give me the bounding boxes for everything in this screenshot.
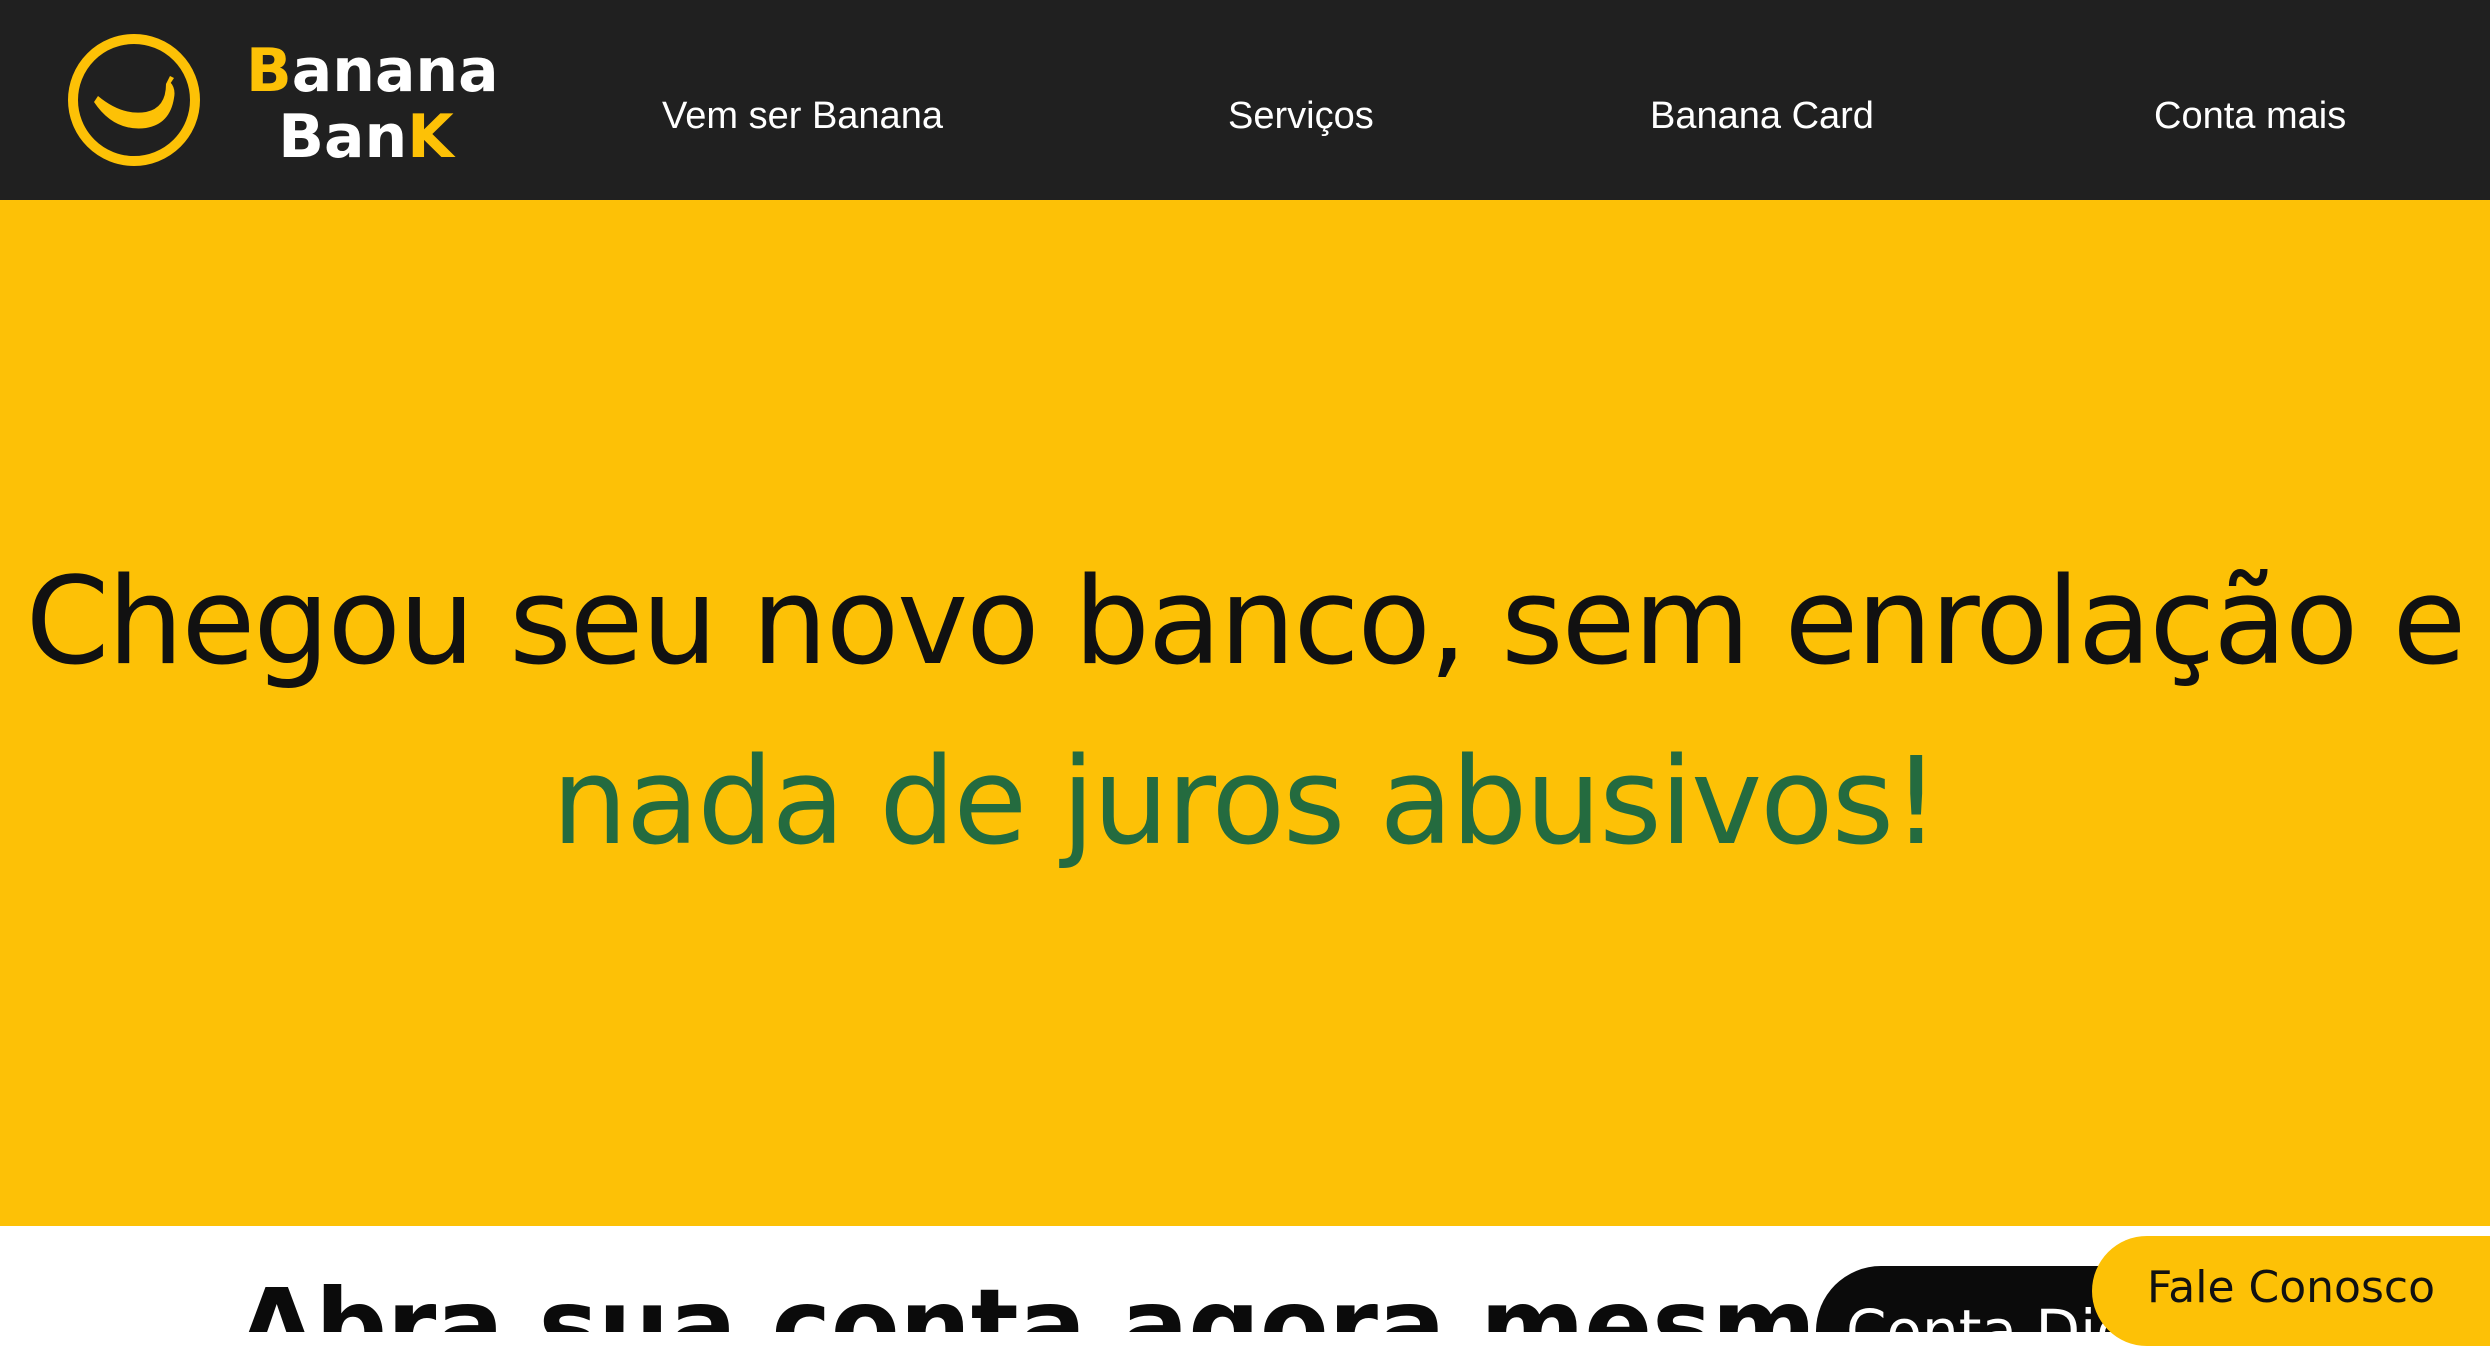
top-navigation-bar: Banana BanK Vem ser Banana Serviços Bana… xyxy=(0,0,2490,200)
brand-line-2: BanK xyxy=(246,104,486,170)
hero-banner: Chegou seu novo banco, sem enrolação e n… xyxy=(0,200,2490,1226)
brand-name[interactable]: Banana BanK xyxy=(246,36,499,170)
open-account-heading: Abra sua conta agora mesmo! xyxy=(238,1267,1931,1332)
nav-link-vem-ser-banana[interactable]: Vem ser Banana xyxy=(662,92,943,140)
nav-link-conta-mais[interactable]: Conta mais xyxy=(2154,92,2346,140)
brand-initial-b: B xyxy=(246,36,292,106)
nav-link-servicos[interactable]: Serviços xyxy=(1228,92,1374,140)
brand-line2-start: Ban xyxy=(278,102,408,172)
logo-graphic xyxy=(68,34,200,166)
nav-link-banana-card[interactable]: Banana Card xyxy=(1650,92,1874,140)
banana-smile-logo-icon[interactable] xyxy=(66,32,202,168)
brand-line-1: Banana xyxy=(246,36,499,106)
hero-highlight: nada de juros abusivos! xyxy=(551,733,1940,872)
hero-headline: Chegou seu novo banco, sem enrolação e xyxy=(25,553,2467,692)
fale-conosco-button[interactable]: Fale Conosco xyxy=(2092,1236,2490,1346)
brand-line1-rest: anana xyxy=(291,36,499,106)
brand-final-k: K xyxy=(407,102,454,172)
